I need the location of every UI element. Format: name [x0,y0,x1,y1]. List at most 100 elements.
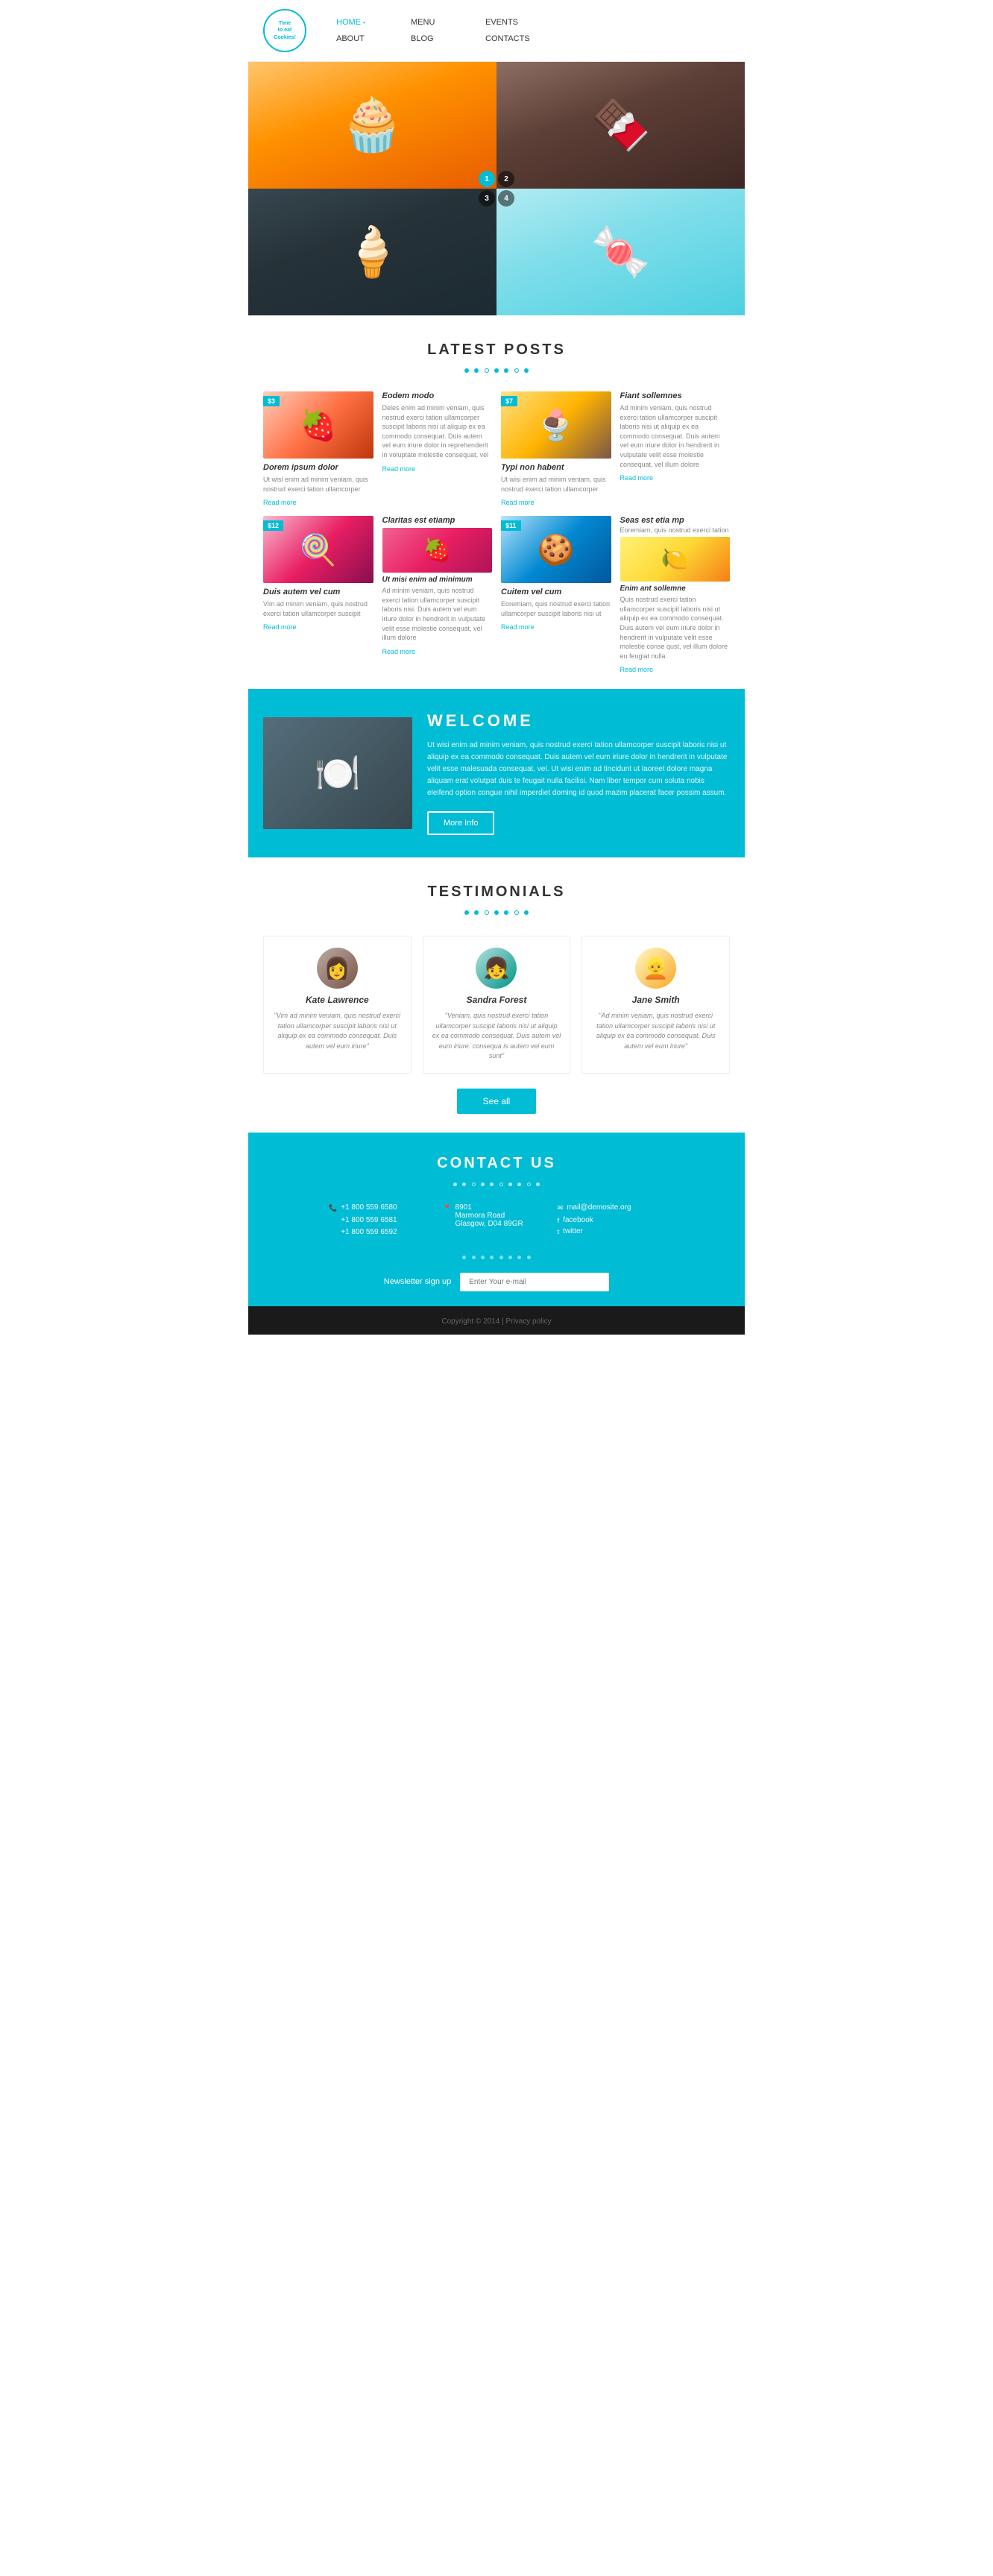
nav-blog[interactable]: BLOG [411,31,485,46]
post-food-icon-7: 🍪 [538,532,575,567]
facebook-link[interactable]: facebook [563,1216,593,1224]
newsletter-label: Newsletter sign up [384,1277,452,1286]
post-badge-3: $7 [501,396,517,406]
phone-icon: 📞 [329,1204,337,1212]
post-card-5: 🍭 $12 Duis autem vel cum Vim ad minim ve… [263,516,373,674]
post-readmore-6[interactable]: Read more [382,648,416,655]
post-readmore-4[interactable]: Read more [620,474,654,482]
post-title-2: Eodem modo [382,391,493,400]
site-footer: Copyright © 2014 | Privacy policy [248,1306,745,1335]
post-title-3: Typi non habent [501,463,611,472]
post-title-1: Dorem ipsum dolor [263,463,373,472]
post-text-1: Ut wisi enim ad minim veniam, quis nostr… [263,475,373,494]
post-sub-icon-8: 🍋 [661,547,689,573]
post-readmore-7[interactable]: Read more [501,623,535,631]
phone-3: +1 800 559 6592 [341,1228,397,1236]
post-title-7: Cuitem vel cum [501,588,611,596]
contact-info-grid: 📞 +1 800 559 6580 📞 +1 800 559 6581 📞 +1… [329,1203,664,1236]
newsletter-row: Newsletter sign up [263,1273,730,1291]
latest-posts-section: LATEST POSTS 🍓 $3 Dorem ipsum dolor Ut w… [248,315,745,689]
logo[interactable]: Time to eat Cookies! [263,9,306,52]
posts-row-1: 🍓 $3 Dorem ipsum dolor Ut wisi enim ad m… [263,391,730,507]
welcome-content: WELCOME Ut wisi enim ad minim veniam, qu… [427,711,730,835]
phone-icon-2: 📞 [329,1216,337,1224]
welcome-title: WELCOME [427,711,730,731]
logo-line1: Time [274,20,296,27]
post-text-6: Ad minim veniam, quis nostrud exerci tat… [382,586,493,643]
avatar-icon-1: 👩 [324,956,350,980]
post-card-7: 🍪 $11 Cuitem vel cum Eoremiam, quis nost… [501,516,611,674]
post-readmore-8[interactable]: Read more [620,666,654,673]
post-title-6: Claritas est etiamp [382,516,493,525]
testimonial-avatar-3: 👱 [635,948,676,989]
more-info-button[interactable]: More Info [427,811,494,835]
contact-divider-dots [263,1251,730,1262]
contact-email[interactable]: mail@demosite.org [567,1203,631,1212]
post-image-3: 🍨 $7 [501,391,611,459]
hero-cake-icon: 🍫 [590,97,651,154]
post-badge-5: $12 [263,520,283,531]
post-card-8: Seas est etia mp Eoremiam, quis nostrud … [620,516,731,674]
post-text-4: Ad minim veniam, quis nostrud exerci tat… [620,403,731,469]
welcome-food-icon: 🍽️ [315,752,361,796]
address-line1: 8901 [455,1203,523,1212]
hero-cell-1: 🧁 [248,62,497,189]
testimonial-name-2: Sandra Forest [432,995,561,1005]
post-card-3: 🍨 $7 Typi non habent Ut wisi enim ad min… [501,391,611,507]
hero-indicator-3[interactable]: 3 [479,190,495,207]
email-icon: ✉ [558,1204,564,1212]
post-card-4: Fiant sollemnes Ad minim veniam, quis no… [620,391,731,507]
post-readmore-3[interactable]: Read more [501,499,535,506]
post-sub-icon-6: 🍓 [423,538,451,564]
twitter-link[interactable]: twitter [563,1227,583,1235]
see-all-button[interactable]: See all [457,1089,537,1114]
hero-indicator-1[interactable]: 1 [479,171,495,187]
post-text-2: Deles enim ad minim veniam, quis nostrud… [382,403,493,460]
nav-events[interactable]: EVENTS [485,15,560,30]
hero-indicator-2[interactable]: 2 [498,171,514,187]
hero-indicator-4[interactable]: 4 [498,190,514,207]
nav-contacts[interactable]: CONTACTS [485,31,560,46]
phone-icon-3: 📞 [329,1228,337,1236]
newsletter-input[interactable] [460,1273,609,1291]
testimonials-grid: 👩 Kate Lawrence "Vim ad minim veniam, qu… [263,936,730,1074]
post-badge-7: $11 [501,520,521,531]
hero-macaron-icon: 🍬 [590,224,651,280]
post-subtitle-8: Enim ant sollemne [620,585,731,593]
welcome-section: 🍽️ WELCOME Ut wisi enim ad minim veniam,… [248,689,745,857]
posts-row-2: 🍭 $12 Duis autem vel cum Vim ad minim ve… [263,516,730,674]
post-badge-1: $3 [263,396,280,406]
testimonial-avatar-1: 👩 [317,948,358,989]
post-text-5: Vim ad minim veniam, quis nostrud exerci… [263,599,373,618]
post-food-icon-5: 🍭 [300,532,337,567]
post-readmore-5[interactable]: Read more [263,623,297,631]
nav-about[interactable]: ABOUT [336,31,411,46]
testimonial-card-3: 👱 Jane Smith "Ad minim veniam, quis nost… [581,936,730,1074]
nav-menu[interactable]: MENU [411,15,485,30]
post-title-4: Fiant sollemnes [620,391,731,400]
contact-title: CONTACT US [263,1155,730,1172]
hero-icecream-icon: 🍦 [342,224,403,280]
post-subtitle-6: Ut misi enim ad minimum [382,576,493,584]
post-card-1: 🍓 $3 Dorem ipsum dolor Ut wisi enim ad m… [263,391,373,507]
post-readmore-2[interactable]: Read more [382,465,416,473]
address-line3: Glasgow, D04 89GR [455,1220,523,1228]
phone-2: +1 800 559 6581 [341,1216,397,1224]
main-nav: HOME • MENU EVENTS ABOUT BLOG CONTACTS [336,15,560,46]
contact-dots [263,1178,730,1188]
address-icon: 📍 [443,1204,451,1212]
avatar-icon-2: 👧 [484,956,510,980]
post-text-3: Ut wisi enim ad minim veniam, quis nostr… [501,475,611,494]
nav-home[interactable]: HOME • [336,15,411,30]
footer-text: Copyright © 2014 | Privacy policy [441,1317,551,1326]
contact-section: CONTACT US 📞 +1 800 559 6580 📞 +1 800 55… [248,1133,745,1306]
post-text-top-8: Eoremiam, quis nostrud exerci tation [620,526,731,534]
post-text-7: Eoremiam, quis nostrud exerci tation ull… [501,599,611,618]
testimonial-card-2: 👧 Sandra Forest "Veniam, quis nostrud ex… [423,936,571,1074]
post-readmore-1[interactable]: Read more [263,499,297,506]
facebook-icon: f [558,1217,560,1224]
post-image-1: 🍓 $3 [263,391,373,459]
hero-cell-2: 🍫 [497,62,745,189]
testimonial-text-3: "Ad minim veniam, quis nostrud exerci ta… [591,1011,720,1051]
phone-1: +1 800 559 6580 [341,1203,397,1212]
